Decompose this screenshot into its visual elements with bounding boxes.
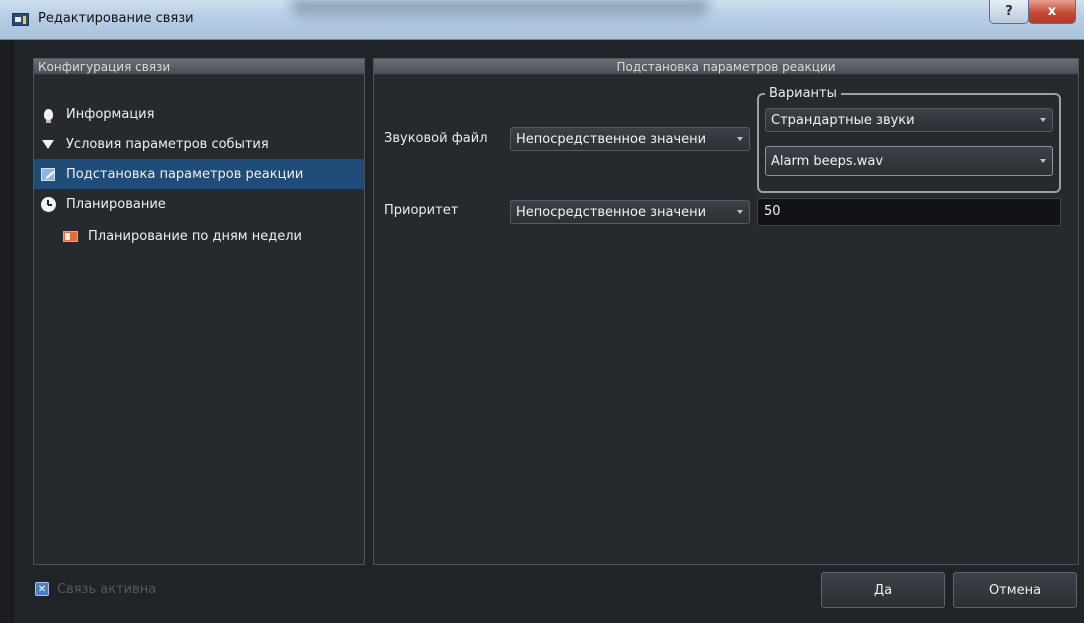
help-button[interactable]: ? (989, 0, 1029, 24)
window-title: Редактирование связи (38, 11, 194, 26)
cancel-button[interactable]: Отмена (953, 572, 1077, 608)
clock-icon (40, 196, 56, 212)
sound-mode-select[interactable]: Непосредственное значени (510, 127, 750, 151)
active-checkbox-label: Связь активна (57, 582, 157, 597)
nav-item-label: Планирование (66, 196, 166, 212)
active-checkbox[interactable]: ✕ (35, 582, 49, 596)
chevron-down-icon (1040, 159, 1046, 163)
variants-group-title: Варианты (765, 86, 841, 101)
nav-item-scheduling[interactable]: Планирование (34, 189, 364, 219)
priority-label: Приоритет (384, 203, 459, 218)
chevron-down-icon (1040, 118, 1046, 122)
close-button[interactable]: x (1028, 0, 1076, 24)
sound-category-select[interactable]: Страндартные звуки (765, 108, 1053, 132)
nav-item-info[interactable]: Информация (34, 99, 364, 129)
help-icon: ? (1005, 4, 1013, 19)
nav-item-label: Условия параметров события (66, 136, 269, 152)
priority-input[interactable]: 50 (757, 198, 1061, 226)
nav-item-label: Информация (66, 106, 155, 122)
priority-mode-select[interactable]: Непосредственное значени (510, 200, 750, 224)
nav-item-weekday-scheduling[interactable]: Планирование по дням недели (34, 221, 364, 251)
lightbulb-icon (40, 106, 56, 123)
nav-item-event-conditions[interactable]: Условия параметров события (34, 129, 364, 159)
reaction-params-header: Подстановка параметров реакции (374, 59, 1078, 75)
dialog-client-area: Конфигурация связи Информация Условия па… (12, 40, 1084, 623)
calendar-icon (62, 228, 78, 244)
close-icon: x (1047, 4, 1057, 19)
nav-item-label: Подстановка параметров реакции (66, 166, 304, 182)
config-nav-header: Конфигурация связи (34, 59, 364, 75)
sound-file-select[interactable]: Alarm beeps.wav (765, 146, 1053, 176)
nav-item-label: Планирование по дням недели (88, 228, 302, 244)
title-bar[interactable]: Редактирование связи ? x (0, 0, 1084, 40)
filter-icon (40, 136, 56, 152)
sound-category-value: Страндартные звуки (771, 112, 915, 128)
config-nav-panel: Конфигурация связи Информация Условия па… (33, 58, 365, 565)
sound-file-label: Звуковой файл (384, 131, 488, 146)
ok-button[interactable]: Да (821, 572, 945, 608)
app-window-icon (12, 13, 29, 26)
check-icon: ✕ (37, 583, 47, 595)
chevron-down-icon (737, 137, 743, 141)
sound-file-value: Alarm beeps.wav (771, 153, 884, 169)
chevron-down-icon (737, 210, 743, 214)
nav-item-reaction-params[interactable]: Подстановка параметров реакции (34, 159, 364, 189)
priority-mode-value: Непосредственное значени (516, 204, 707, 220)
edit-icon (40, 166, 56, 182)
reaction-params-panel: Подстановка параметров реакции Звуковой … (373, 58, 1079, 565)
variants-group: Варианты Страндартные звуки Alarm beeps.… (757, 86, 1061, 193)
sound-mode-value: Непосредственное значени (516, 131, 707, 147)
